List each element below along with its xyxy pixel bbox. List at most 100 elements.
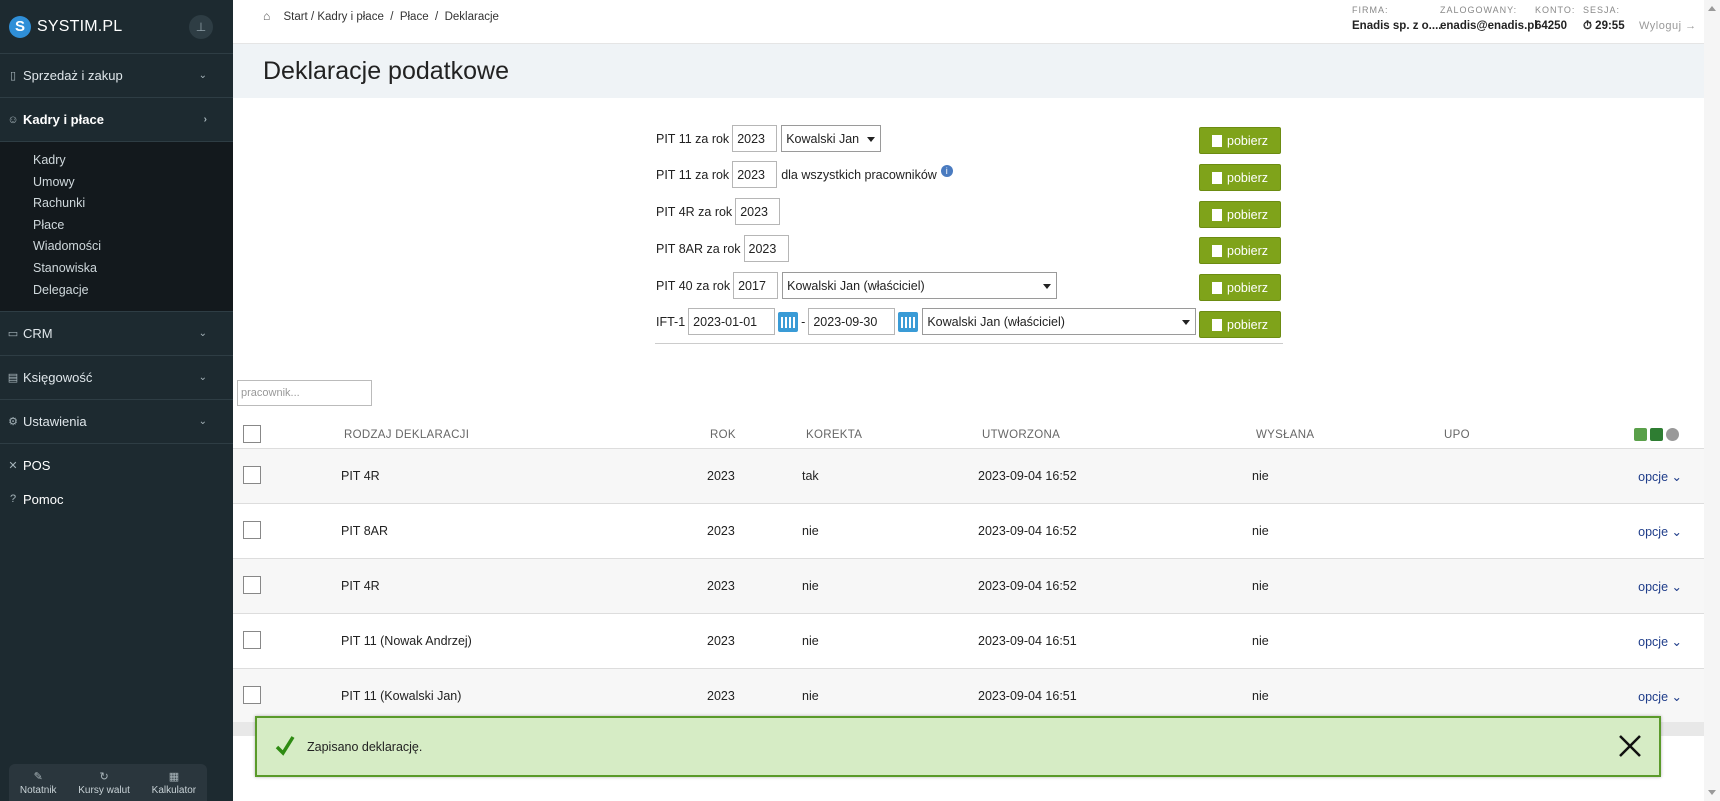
tool-label: Notatnik <box>19 784 57 796</box>
submenu-item-wiadomosci[interactable]: Wiadomości <box>0 236 233 258</box>
options-dropdown[interactable]: opcje ⌄ <box>1638 634 1682 649</box>
vertical-scrollbar[interactable] <box>1704 0 1720 801</box>
row-checkbox[interactable] <box>243 631 261 649</box>
employee-select[interactable]: Kowalski Jan (właściciel) <box>782 272 1058 299</box>
table-row[interactable]: PIT 4R 2023 nie 2023-09-04 16:52 nie opc… <box>233 559 1704 614</box>
download-button[interactable]: pobierz <box>1199 311 1281 338</box>
cell-utworzona: 2023-09-04 16:51 <box>978 634 1077 648</box>
download-button[interactable]: pobierz <box>1199 237 1281 264</box>
year-input[interactable]: 2023 <box>743 235 789 262</box>
info-icon[interactable]: i <box>940 164 953 177</box>
column-header-rok[interactable]: ROK <box>710 429 736 441</box>
caret-down-icon <box>867 137 876 142</box>
download-button[interactable]: pobierz <box>1199 201 1281 228</box>
calendar-icon[interactable] <box>898 311 919 332</box>
employee-select[interactable]: Kowalski Jan <box>781 125 882 152</box>
export-excel-icon[interactable] <box>1650 428 1663 441</box>
date-to-input[interactable]: 2023-09-30 <box>808 308 896 335</box>
column-header-wyslana[interactable]: WYSŁANA <box>1256 429 1314 441</box>
calendar-icon[interactable] <box>778 311 799 332</box>
settings-gear-icon[interactable] <box>1666 428 1679 441</box>
document-icon <box>1212 171 1222 184</box>
cell-wyslana: nie <box>1252 689 1269 703</box>
column-header-upo[interactable]: UPO <box>1444 429 1470 441</box>
sidebar-item-sprzedaz[interactable]: ▯ Sprzedaż i zakup ⌄ <box>0 54 233 98</box>
tool-notatnik[interactable]: ✎ Notatnik <box>20 770 57 796</box>
table-row[interactable]: PIT 4R 2023 tak 2023-09-04 16:52 nie opc… <box>233 449 1704 504</box>
year-input[interactable]: 2023 <box>732 161 778 188</box>
year-input[interactable]: 2017 <box>733 272 779 299</box>
row-checkbox[interactable] <box>243 686 261 704</box>
year-input[interactable]: 2023 <box>735 198 781 225</box>
table-row[interactable]: PIT 8AR 2023 nie 2023-09-04 16:52 nie op… <box>233 504 1704 559</box>
submenu-item-delegacje[interactable]: Delegacje <box>0 280 233 302</box>
logo-icon[interactable]: S <box>9 15 31 38</box>
submenu-item-umowy[interactable]: Umowy <box>0 172 233 194</box>
tool-label: Kalkulator <box>151 784 197 796</box>
calculator-icon: ▦ <box>168 770 180 783</box>
options-dropdown[interactable]: opcje ⌄ <box>1638 469 1682 484</box>
breadcrumb-kadry[interactable]: Kadry i płace <box>317 11 383 23</box>
pin-icon[interactable]: ⊥ <box>189 15 213 39</box>
options-label: opcje <box>1638 690 1669 704</box>
tool-kursy-walut[interactable]: ↻ Kursy walut <box>78 770 130 796</box>
column-header-korekta[interactable]: KOREKTA <box>806 429 862 441</box>
year-input[interactable]: 2023 <box>732 125 778 152</box>
row-checkbox[interactable] <box>243 466 261 484</box>
document-icon <box>1212 208 1222 221</box>
submenu-item-place[interactable]: Płace <box>0 215 233 237</box>
date-from-input[interactable]: 2023-01-01 <box>688 308 776 335</box>
form-row-pit40: PIT 40 za rok 2017 Kowalski Jan (właścic… <box>656 272 1058 299</box>
cell-rok: 2023 <box>707 689 735 703</box>
options-dropdown[interactable]: opcje ⌄ <box>1638 579 1682 594</box>
submenu-kadry: Kadry Umowy Rachunki Płace Wiadomości St… <box>0 142 233 313</box>
tool-kalkulator[interactable]: ▦ Kalkulator <box>152 770 196 796</box>
table-row[interactable]: PIT 11 (Nowak Andrzej) 2023 nie 2023-09-… <box>233 614 1704 669</box>
button-label: pobierz <box>1227 133 1268 148</box>
download-button[interactable]: pobierz <box>1199 127 1281 154</box>
download-button[interactable]: pobierz <box>1199 274 1281 301</box>
breadcrumb-start[interactable]: Start <box>283 11 307 23</box>
logo-text[interactable]: SYSTIM.PL <box>37 18 122 36</box>
cell-rok: 2023 <box>707 524 735 538</box>
cell-rodzaj: PIT 4R <box>341 469 380 483</box>
table-tools <box>1634 428 1679 441</box>
sidebar-item-label: Pomoc <box>23 491 64 507</box>
scroll-down-arrow-icon[interactable] <box>1708 790 1716 795</box>
button-label: pobierz <box>1227 170 1268 185</box>
scroll-up-arrow-icon[interactable] <box>1708 6 1716 11</box>
cell-rok: 2023 <box>707 634 735 648</box>
options-label: opcje <box>1638 635 1669 649</box>
table-header: RODZAJ DEKLARACJI ROK KOREKTA UTWORZONA … <box>233 421 1704 449</box>
form-label: PIT 4R za rok <box>656 204 733 219</box>
caret-down-icon <box>1043 284 1052 289</box>
download-button[interactable]: pobierz <box>1199 164 1281 191</box>
row-checkbox[interactable] <box>243 521 261 539</box>
column-header-rodzaj[interactable]: RODZAJ DEKLARACJI <box>344 429 469 441</box>
sidebar-item-ksiegowosc[interactable]: ▤ Księgowość ⌄ <box>0 356 233 401</box>
home-icon[interactable]: ⌂ <box>263 9 270 23</box>
employee-select[interactable]: Kowalski Jan (właściciel) <box>922 308 1197 335</box>
logout-link[interactable]: Wyloguj → <box>1639 20 1697 32</box>
breadcrumb-place[interactable]: Płace <box>400 11 429 23</box>
tools-bar: ✎ Notatnik ↻ Kursy walut ▦ Kalkulator <box>9 764 207 801</box>
submenu-item-stanowiska[interactable]: Stanowiska <box>0 258 233 280</box>
select-all-checkbox[interactable] <box>243 425 261 443</box>
options-dropdown[interactable]: opcje ⌄ <box>1638 689 1682 704</box>
column-header-utworzona[interactable]: UTWORZONA <box>982 429 1060 441</box>
sidebar-item-crm[interactable]: ▭ CRM ⌄ <box>0 312 233 357</box>
export-csv-icon[interactable] <box>1634 428 1647 441</box>
submenu-item-kadry[interactable]: Kadry <box>0 150 233 172</box>
close-icon[interactable] <box>1617 733 1643 759</box>
breadcrumb-separator: / <box>435 11 439 23</box>
button-label: pobierz <box>1227 207 1268 222</box>
sidebar-item-pomoc[interactable]: ? Pomoc <box>0 482 233 516</box>
card-icon: ▭ <box>7 328 19 341</box>
employee-search-input[interactable]: pracownik... <box>237 380 372 406</box>
submenu-item-rachunki[interactable]: Rachunki <box>0 193 233 215</box>
row-checkbox[interactable] <box>243 576 261 594</box>
options-dropdown[interactable]: opcje ⌄ <box>1638 524 1682 539</box>
sidebar-item-kadry[interactable]: ☺ Kadry i płace › <box>0 98 233 142</box>
sidebar-item-ustawienia[interactable]: ⚙ Ustawienia ⌄ <box>0 400 233 445</box>
sidebar-item-pos[interactable]: ✕ POS <box>0 448 233 482</box>
